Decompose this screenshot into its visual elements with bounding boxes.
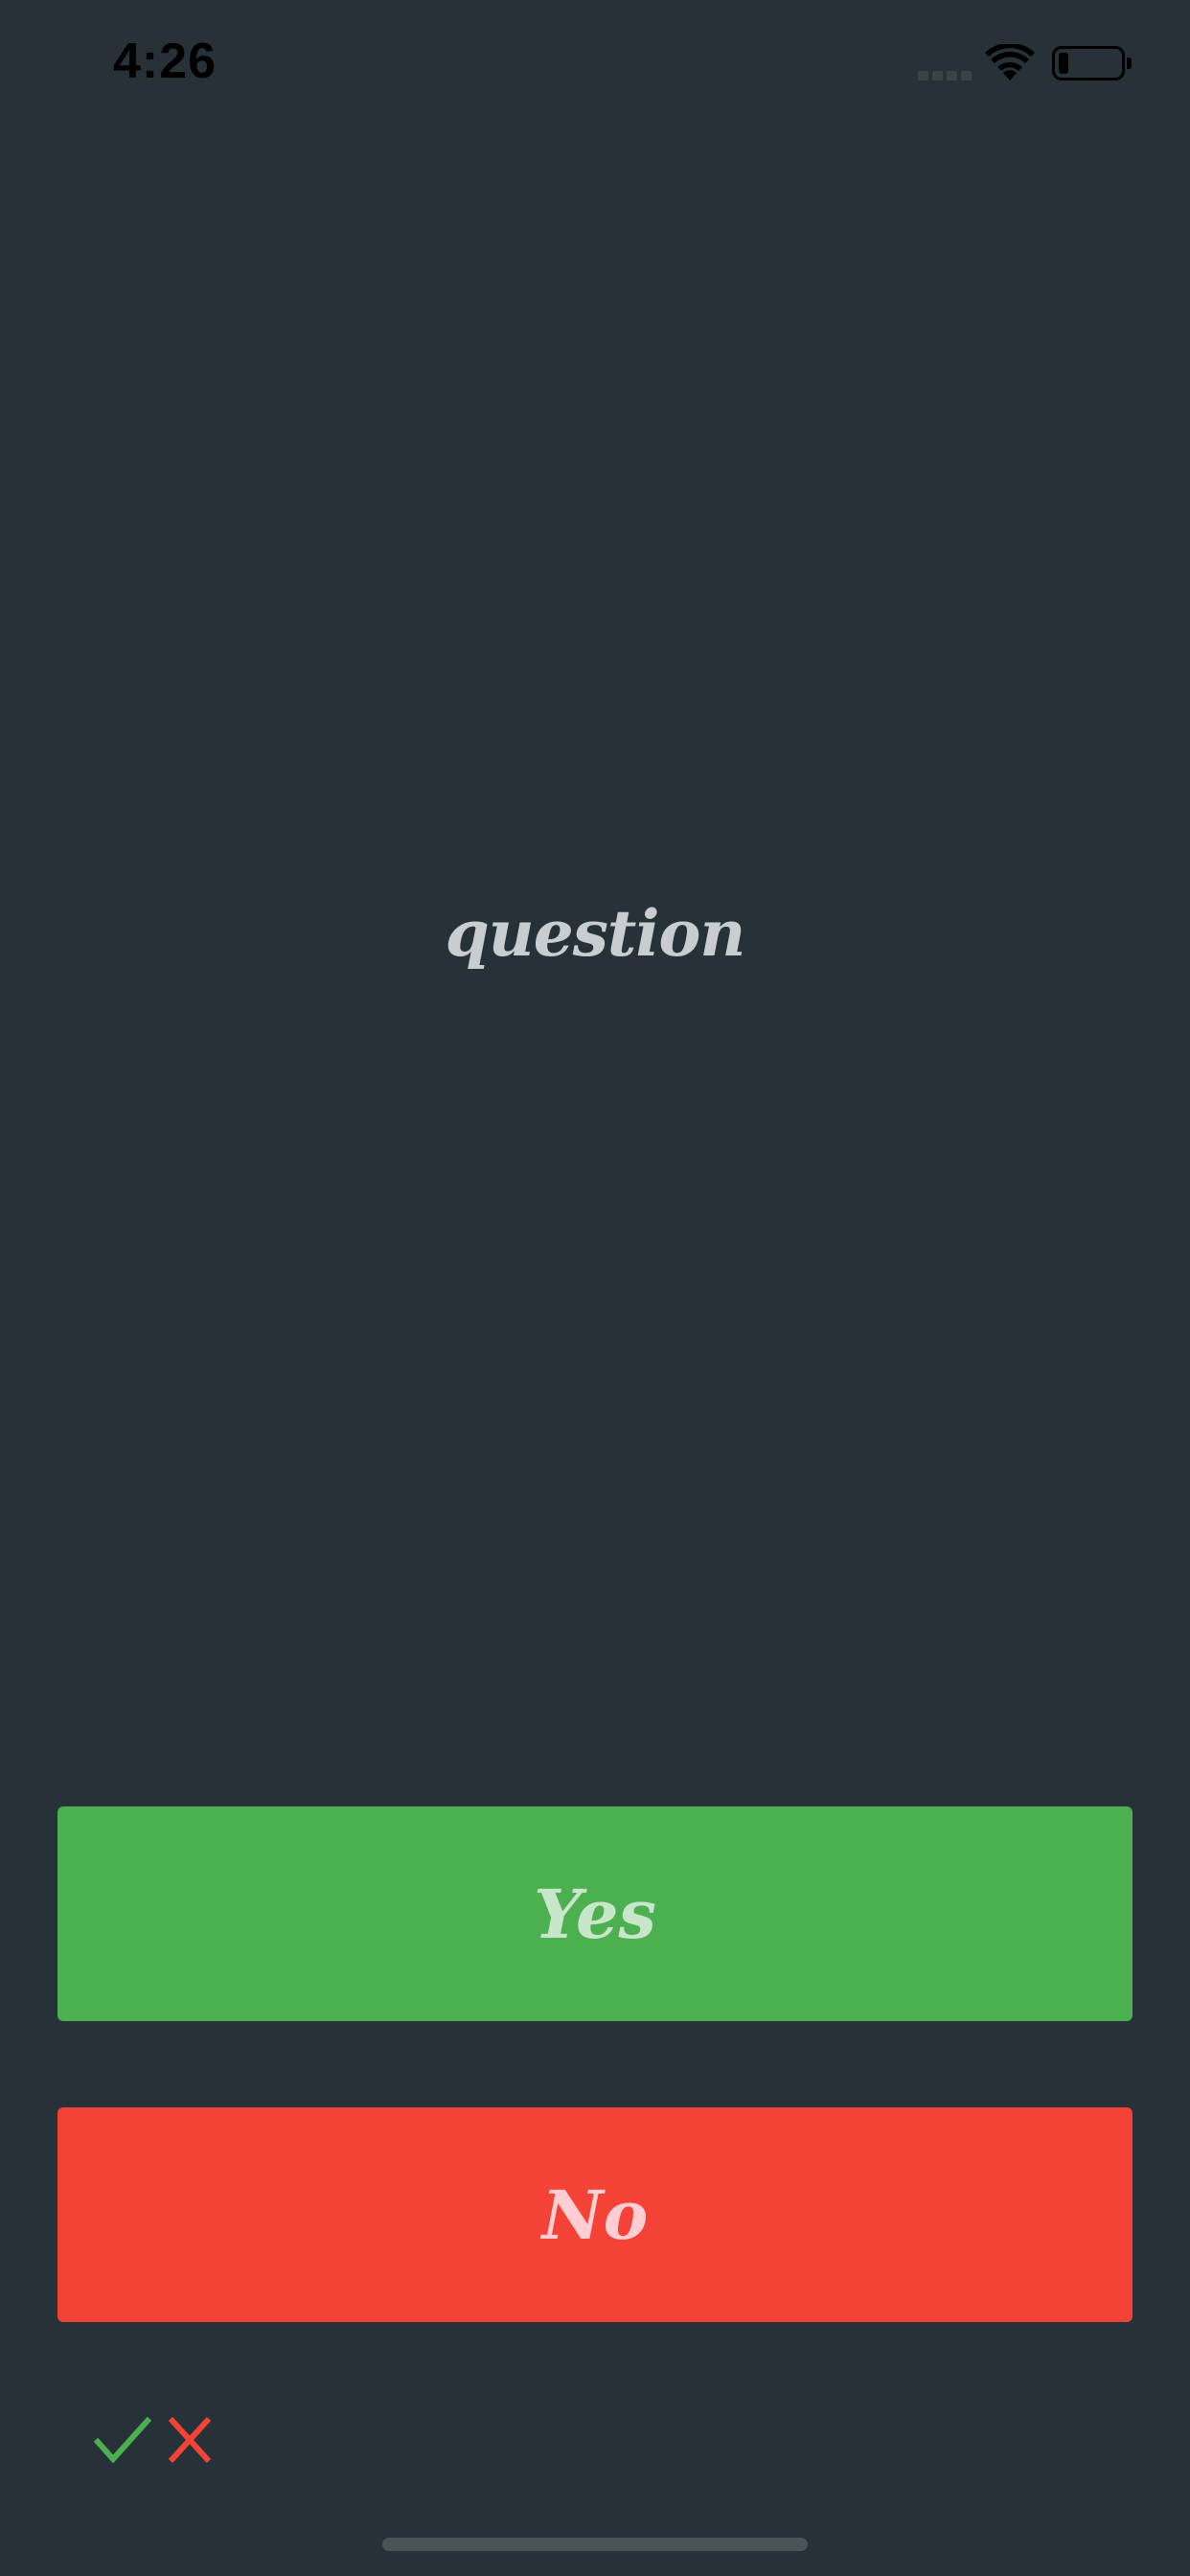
- home-indicator[interactable]: [382, 2538, 808, 2551]
- battery-level: [1059, 53, 1068, 74]
- battery-cap: [1127, 58, 1132, 69]
- no-button[interactable]: No: [57, 2107, 1133, 2322]
- question-text: question: [445, 896, 746, 971]
- wifi-icon: [985, 44, 1035, 80]
- yes-button[interactable]: Yes: [57, 1806, 1133, 2021]
- battery-icon: [1052, 46, 1125, 80]
- status-time: 4:26: [113, 34, 217, 89]
- cross-icon: [168, 2416, 212, 2464]
- signal-icon: [918, 71, 972, 80]
- yes-button-label: Yes: [534, 1874, 656, 1954]
- no-button-label: No: [541, 2174, 649, 2255]
- check-icon: [94, 2416, 151, 2464]
- quiz-screen: 4:26 question Yes No: [0, 0, 1190, 2576]
